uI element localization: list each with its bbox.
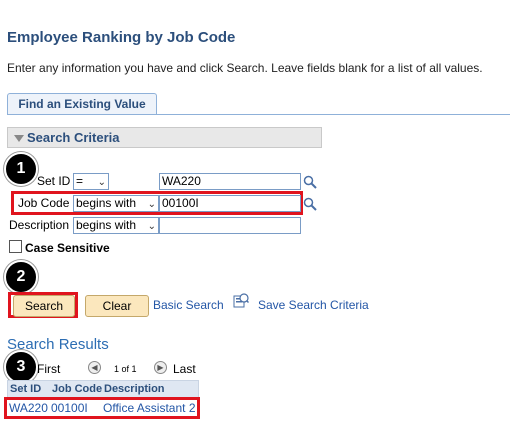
cell-job-code[interactable]: 00100I (51, 401, 88, 415)
set-id-operator-select[interactable]: = ⌄ (73, 173, 109, 190)
set-id-label: Set ID (37, 174, 71, 188)
callout-badge-3: 3 (4, 350, 38, 384)
chevron-down-icon: ⌄ (147, 221, 156, 232)
set-id-input[interactable]: WA220 (159, 173, 301, 190)
set-id-operator-value: = (76, 174, 84, 188)
next-icon[interactable]: ▶ (154, 361, 167, 374)
cell-set-id[interactable]: WA220 (9, 401, 48, 415)
job-code-operator-value: begins with (76, 196, 137, 210)
search-criteria-header[interactable]: Search Criteria (7, 127, 322, 148)
chevron-down-icon: ⌄ (147, 199, 156, 210)
cell-description[interactable]: Office Assistant 2 (103, 401, 196, 415)
case-sensitive-label: Case Sensitive (25, 241, 110, 255)
page-info: 1 of 1 (114, 364, 137, 374)
results-grid-header: Set ID Job Code Description (7, 380, 199, 398)
column-header-job-code[interactable]: Job Code (52, 381, 102, 397)
column-header-set-id[interactable]: Set ID (10, 381, 41, 397)
search-button[interactable]: Search (13, 295, 75, 317)
description-input[interactable] (159, 217, 301, 234)
callout-badge-1: 1 (4, 152, 38, 186)
tab-find-existing-value[interactable]: Find an Existing Value (7, 93, 157, 115)
job-code-operator-select[interactable]: begins with ⌄ (73, 195, 159, 212)
page-title: Employee Ranking by Job Code (7, 29, 236, 46)
basic-search-link[interactable]: Basic Search (153, 298, 224, 312)
first-link[interactable]: First (37, 362, 60, 376)
description-operator-select[interactable]: begins with ⌄ (73, 217, 159, 234)
save-criteria-icon[interactable] (233, 293, 249, 309)
job-code-input[interactable]: 00100I (159, 195, 301, 212)
table-row[interactable]: WA220 00100I Office Assistant 2 (7, 400, 197, 416)
collapse-triangle-icon (14, 135, 24, 143)
tab-divider (7, 114, 510, 115)
page-instructions: Enter any information you have and click… (7, 61, 483, 75)
lookup-icon[interactable] (303, 197, 317, 211)
chevron-down-icon: ⌄ (97, 177, 106, 188)
search-criteria-label: Search Criteria (27, 130, 120, 145)
callout-badge-2: 2 (4, 260, 38, 294)
column-header-description[interactable]: Description (104, 381, 165, 397)
lookup-icon[interactable] (303, 175, 317, 189)
prev-icon[interactable]: ◀ (88, 361, 101, 374)
description-label: Description (9, 218, 70, 232)
save-search-criteria-link[interactable]: Save Search Criteria (258, 298, 369, 312)
clear-button[interactable]: Clear (85, 295, 149, 317)
case-sensitive-checkbox[interactable] (9, 240, 22, 253)
last-link[interactable]: Last (173, 362, 196, 376)
description-operator-value: begins with (76, 218, 137, 232)
job-code-label: Job Code (18, 196, 70, 210)
